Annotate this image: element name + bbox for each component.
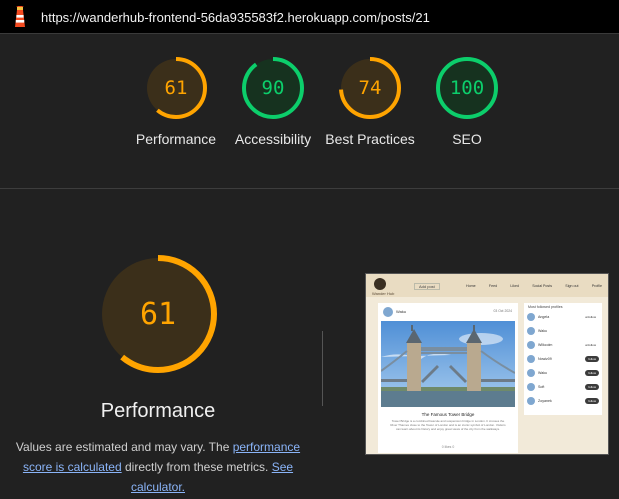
thumb-sidebar-title: Most followed profiles (528, 305, 563, 309)
thumb-likes: 0 likes 0 (441, 445, 455, 449)
thumb-profile-row: Nowiz09 follow (527, 355, 599, 365)
thumb-profile-row: Waku follow (527, 369, 599, 379)
description-text-middle: directly from these metrics. (121, 460, 272, 474)
thumb-menu-item: Sign out (565, 284, 579, 288)
thumb-menu-item: Feed (488, 284, 498, 288)
thumb-profile-avatar (527, 397, 535, 405)
performance-title: Performance (100, 400, 216, 422)
thumb-navbar: Wander Hub Add post Home Feed Liked Social … (366, 274, 608, 297)
thumb-profile-name: Angela (538, 315, 550, 319)
thumb-add-post: Add post (414, 283, 440, 290)
thumb-profile-name: Waku (538, 329, 548, 333)
thumb-profile-row: Waku (527, 327, 599, 337)
thumb-profile-name: Nowiz09 (538, 357, 552, 361)
url-bar: https://wanderhub-frontend-56da935583f2.… (0, 0, 619, 34)
thumb-profile-avatar (527, 369, 535, 377)
thumb-profile-avatar (527, 313, 535, 321)
thumb-profile-row: Angela unfollow (527, 313, 599, 323)
performance-gauge-large: 61 (97, 253, 219, 375)
description-text: Values are estimated and may vary. The (15, 440, 233, 454)
thumb-profile-action: unfollow (584, 343, 596, 347)
thumb-profile-row: Zoyanek follow (527, 397, 599, 407)
gauge-label: Best Practices (325, 131, 415, 147)
thumb-profile-action: follow (585, 398, 599, 404)
gauge-label: Performance (135, 131, 217, 147)
thumb-sidebar: Most followed profiles Angela unfollow Wak… (524, 303, 602, 415)
thumb-post-card: Waku 03 Oct 2024 The Famous Tower Bridge… (378, 303, 518, 453)
gauge-score: 90 (261, 77, 285, 99)
page-screenshot-thumbnail[interactable]: Wander Hub Add post Home Feed Liked Social … (365, 273, 609, 455)
thumb-profile-name: Waku (538, 371, 548, 375)
thumb-logo-icon (374, 278, 386, 290)
thumb-date: 03 Oct 2024 (493, 309, 512, 313)
score-gauge-best-practices[interactable]: 74 (338, 56, 402, 120)
thumb-profile-avatar (527, 327, 535, 335)
thumb-profile-row: Wilkcolm unfollow (527, 341, 599, 351)
gauge-score: 74 (358, 77, 382, 99)
thumb-menu-item: Liked (510, 284, 519, 288)
gauge-label: SEO (452, 131, 482, 147)
thumb-body: Tower Bridge is a combined bascule and s… (390, 419, 506, 431)
thumb-profile-row: Soft follow (527, 383, 599, 393)
performance-description: Values are estimated and may vary. The p… (8, 437, 308, 497)
thumb-profile-name: Soft (538, 385, 545, 389)
thumb-profile-action: follow (585, 384, 599, 390)
score-gauge-performance[interactable]: 61 (144, 56, 208, 120)
thumb-profile-avatar (527, 383, 535, 391)
thumb-avatar (383, 307, 393, 317)
thumb-caption: The Famous Tower Bridge (421, 412, 475, 417)
thumb-menu: Home Feed Liked Social Posts Sign out Profile (466, 284, 602, 288)
thumb-profile-action: unfollow (584, 315, 596, 319)
gauge-score: 61 (164, 77, 188, 99)
vertical-divider (322, 331, 323, 406)
score-gauge-accessibility[interactable]: 90 (241, 56, 305, 120)
thumb-menu-item: Profile (591, 284, 602, 288)
thumb-menu-item: Home (466, 284, 476, 288)
thumb-menu-item: Social Posts (532, 284, 553, 288)
thumb-profile-avatar (527, 355, 535, 363)
score-gauge-seo[interactable]: 100 (435, 56, 499, 120)
thumb-profile-action: follow (585, 370, 599, 376)
thumb-profile-action: follow (585, 356, 599, 362)
thumb-profile-name: Wilkcolm (538, 343, 553, 347)
page-url[interactable]: https://wanderhub-frontend-56da935583f2.… (41, 10, 430, 25)
gauge-label: Accessibility (234, 131, 312, 147)
gauge-score: 100 (449, 77, 485, 99)
thumb-author: Waku (396, 309, 407, 314)
thumb-profile-name: Zoyanek (538, 399, 552, 403)
thumb-logo-text: Wander Hub (372, 291, 395, 296)
tower-bridge-photo (381, 321, 515, 407)
lighthouse-icon (15, 6, 25, 27)
section-divider (0, 188, 619, 189)
thumb-profile-avatar (527, 341, 535, 349)
performance-score-large: 61 (139, 296, 177, 332)
